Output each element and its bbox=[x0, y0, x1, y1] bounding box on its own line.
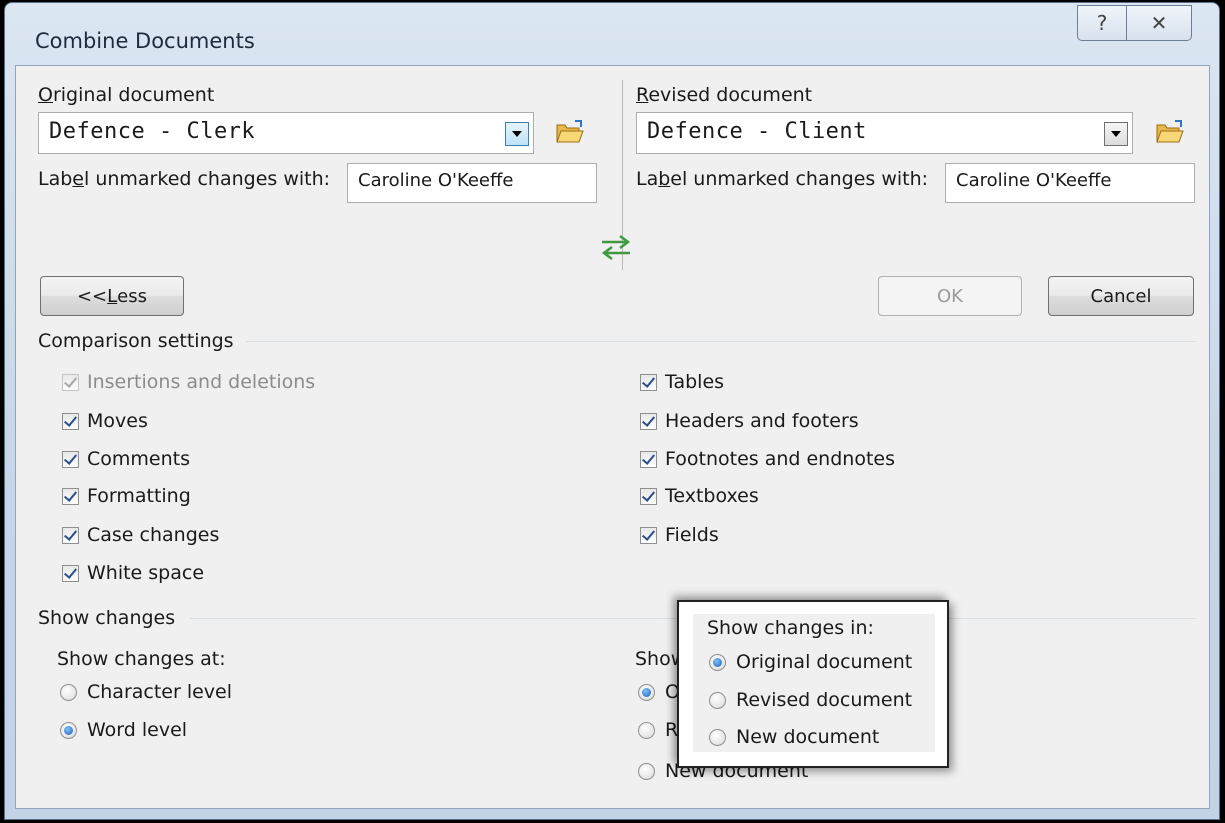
radio-circle bbox=[709, 728, 726, 746]
ok-button[interactable]: OK bbox=[878, 276, 1022, 316]
callout-new-document-radio[interactable]: New document bbox=[709, 725, 879, 749]
in-revised-radio[interactable]: R bbox=[638, 718, 678, 742]
original-document-value: Defence - Clerk bbox=[49, 119, 256, 144]
callout-heading: Show changes in: bbox=[707, 617, 874, 639]
fields-checkbox[interactable]: Fields bbox=[640, 523, 719, 547]
radio-circle bbox=[60, 683, 77, 701]
revised-document-heading: Revised document bbox=[636, 84, 813, 106]
chevron-down-icon[interactable] bbox=[505, 122, 529, 146]
close-icon: ✕ bbox=[1150, 11, 1168, 35]
swap-arrows-icon[interactable] bbox=[600, 233, 632, 261]
original-document-heading: Original document bbox=[38, 84, 215, 106]
checkbox-box bbox=[62, 373, 79, 391]
headers-footers-checkbox[interactable]: Headers and footers bbox=[640, 409, 859, 433]
help-icon: ? bbox=[1096, 11, 1108, 35]
window-title: Combine Documents bbox=[35, 29, 255, 53]
formatting-checkbox[interactable]: Formatting bbox=[62, 484, 191, 508]
zoom-callout: Show changes in: Original document Revis… bbox=[677, 600, 949, 768]
radio-circle bbox=[638, 762, 655, 780]
checkbox-box bbox=[62, 450, 79, 468]
comparison-settings-heading: Comparison settings bbox=[38, 330, 234, 352]
radio-circle bbox=[638, 683, 655, 701]
case-changes-checkbox[interactable]: Case changes bbox=[62, 523, 219, 547]
show-changes-at-heading: Show changes at: bbox=[57, 648, 226, 670]
tables-checkbox[interactable]: Tables bbox=[640, 370, 724, 394]
group-divider bbox=[246, 341, 1196, 342]
revised-label-caption: Label unmarked changes with: bbox=[636, 168, 929, 190]
checkbox-box bbox=[62, 526, 79, 544]
comments-checkbox[interactable]: Comments bbox=[62, 447, 190, 471]
callout-original-radio[interactable]: Original document bbox=[709, 650, 912, 674]
radio-circle bbox=[709, 653, 726, 671]
word-level-radio[interactable]: Word level bbox=[60, 718, 187, 742]
checkbox-box bbox=[62, 487, 79, 505]
radio-circle bbox=[60, 721, 77, 739]
chevron-down-icon[interactable] bbox=[1104, 122, 1128, 146]
combine-documents-dialog: Combine Documents ? ✕ Original document … bbox=[0, 0, 1225, 823]
checkbox-box bbox=[62, 412, 79, 430]
insertions-deletions-checkbox[interactable]: Insertions and deletions bbox=[62, 370, 315, 394]
checkbox-box bbox=[640, 450, 657, 468]
checkbox-box bbox=[640, 412, 657, 430]
show-changes-heading: Show changes bbox=[38, 607, 176, 629]
revised-document-value: Defence - Client bbox=[647, 119, 867, 144]
callout-panel: Show changes in: Original document Revis… bbox=[693, 614, 935, 752]
open-folder-icon[interactable] bbox=[555, 119, 585, 145]
callout-revised-radio[interactable]: Revised document bbox=[709, 688, 912, 712]
original-label-caption: Label unmarked changes with: bbox=[38, 168, 331, 190]
radio-circle bbox=[638, 721, 655, 739]
revised-document-combo[interactable]: Defence - Client bbox=[636, 112, 1133, 154]
footnotes-endnotes-checkbox[interactable]: Footnotes and endnotes bbox=[640, 447, 895, 471]
in-original-radio[interactable]: O bbox=[638, 680, 680, 704]
textboxes-checkbox[interactable]: Textboxes bbox=[640, 484, 759, 508]
checkbox-box bbox=[640, 526, 657, 544]
checkbox-box bbox=[640, 487, 657, 505]
white-space-checkbox[interactable]: White space bbox=[62, 561, 204, 585]
revised-label-field[interactable]: Caroline O'Keeffe bbox=[945, 163, 1195, 203]
original-document-combo[interactable]: Defence - Clerk bbox=[38, 112, 534, 154]
cancel-button[interactable]: Cancel bbox=[1048, 276, 1194, 316]
open-folder-icon[interactable] bbox=[1155, 119, 1185, 145]
radio-circle bbox=[709, 691, 726, 709]
character-level-radio[interactable]: Character level bbox=[60, 680, 232, 704]
original-label-field[interactable]: Caroline O'Keeffe bbox=[347, 163, 597, 203]
close-button[interactable]: ✕ bbox=[1126, 5, 1192, 41]
help-button[interactable]: ? bbox=[1077, 5, 1127, 41]
checkbox-box bbox=[640, 373, 657, 391]
moves-checkbox[interactable]: Moves bbox=[62, 409, 148, 433]
checkbox-box bbox=[62, 564, 79, 582]
less-button[interactable]: << Less bbox=[40, 276, 184, 316]
